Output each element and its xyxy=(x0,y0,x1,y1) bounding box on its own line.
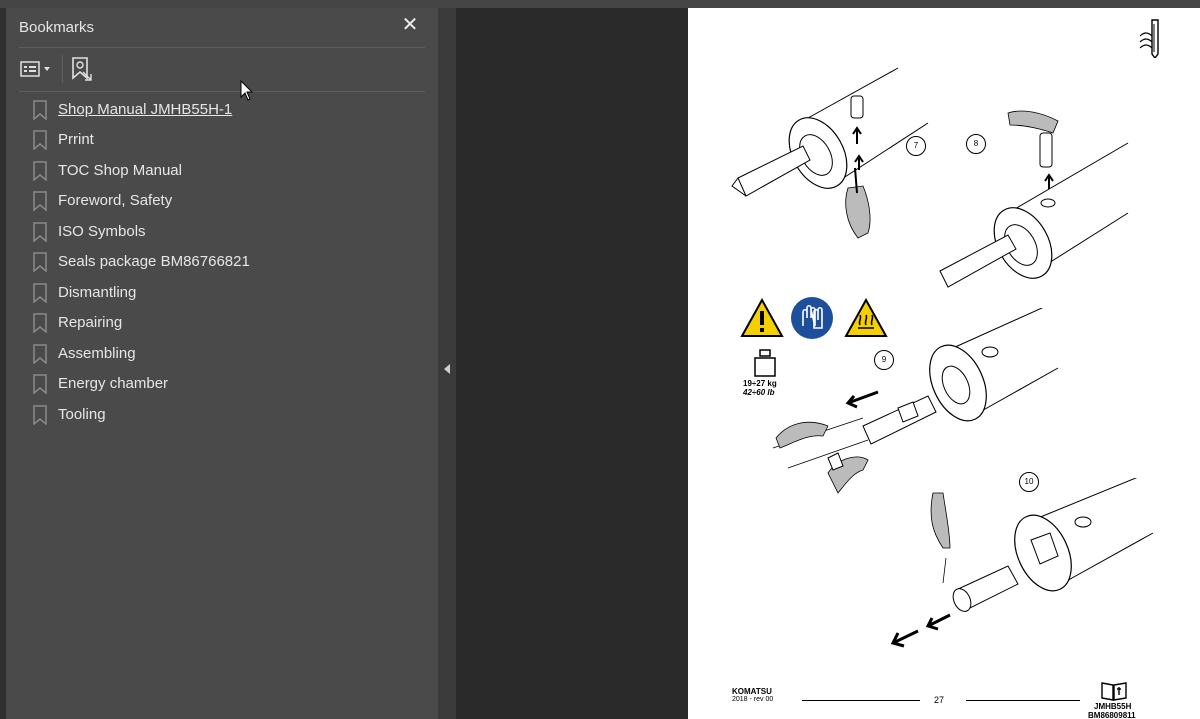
mouse-cursor-icon xyxy=(240,80,254,101)
bookmark-label: Tooling xyxy=(58,406,106,423)
list-options-icon xyxy=(20,61,50,77)
bookmark-icon xyxy=(33,191,47,211)
collapse-panel-button[interactable] xyxy=(441,361,453,377)
bookmark-label: Dismantling xyxy=(58,284,137,301)
bookmarks-panel-title: Bookmarks xyxy=(19,19,95,36)
bookmark-item[interactable]: Energy chamber xyxy=(32,370,422,398)
bookmark-icon xyxy=(33,100,47,120)
illustration-step-10 xyxy=(890,478,1154,648)
bookmark-icon xyxy=(33,130,47,150)
window-top-bar xyxy=(0,0,1200,8)
page-number: 27 xyxy=(934,695,945,705)
add-bookmark-icon xyxy=(72,57,92,81)
bookmark-label: ISO Symbols xyxy=(58,223,146,240)
bookmark-item[interactable]: Foreword, Safety xyxy=(32,187,422,215)
bookmark-item[interactable]: Tooling xyxy=(32,401,422,429)
bookmark-icon xyxy=(33,344,47,364)
bookmark-icon xyxy=(33,313,47,333)
divider xyxy=(19,91,425,92)
bookmark-icon xyxy=(33,161,47,181)
bookmark-item[interactable]: Shop Manual JMHB55H-1 xyxy=(32,96,422,124)
collapse-left-icon xyxy=(444,364,450,374)
bookmark-item[interactable]: TOC Shop Manual xyxy=(32,157,422,185)
footer-revision: 2018 - rev 00 xyxy=(732,696,774,703)
bookmark-item[interactable]: Prrint xyxy=(32,126,422,154)
illustration-step-7 xyxy=(731,67,929,239)
bookmark-label: Repairing xyxy=(58,314,123,331)
bookmark-label: Seals package BM86766821 xyxy=(58,253,250,270)
bookmark-icon xyxy=(33,374,47,394)
close-icon[interactable]: ✕ xyxy=(399,14,421,36)
bookmark-label: Energy chamber xyxy=(58,375,169,392)
footer-rule xyxy=(802,700,920,701)
bookmark-label: TOC Shop Manual xyxy=(58,162,182,179)
manual-book-icon xyxy=(1101,682,1127,701)
bookmarks-toolbar xyxy=(19,55,429,83)
bookmark-icon xyxy=(33,252,47,272)
list-options-button[interactable] xyxy=(19,57,55,81)
bookmark-icon xyxy=(33,405,47,425)
manual-hammer-icon xyxy=(1139,19,1159,58)
bookmark-item[interactable]: Repairing xyxy=(32,309,422,337)
step-number: 9 xyxy=(874,350,894,370)
footer-brand: KOMATSU xyxy=(732,687,772,696)
add-bookmark-button[interactable] xyxy=(69,56,95,82)
divider xyxy=(19,47,425,48)
step-number: 10 xyxy=(1019,472,1039,492)
footer-rule xyxy=(966,700,1080,701)
step-number: 8 xyxy=(966,134,986,154)
bookmark-label: Foreword, Safety xyxy=(58,192,173,209)
bookmark-item[interactable]: Assembling xyxy=(32,340,422,368)
bookmark-item[interactable]: Seals package BM86766821 xyxy=(32,248,422,276)
bookmark-item[interactable]: Dismantling xyxy=(32,279,422,307)
bookmark-label: Shop Manual JMHB55H-1 xyxy=(58,101,233,118)
footer-model: JMHB55H xyxy=(1094,702,1132,711)
document-page: 7 8 19÷27 kg 42÷60 lb 9 10 KOMATSU 2018 … xyxy=(688,8,1200,719)
step-number: 7 xyxy=(906,136,926,156)
bookmark-item[interactable]: ISO Symbols xyxy=(32,218,422,246)
illustration-step-8 xyxy=(939,110,1129,288)
bookmark-label: Assembling xyxy=(58,345,136,362)
bookmark-icon xyxy=(33,283,47,303)
bookmarks-panel: Bookmarks ✕ Shop Manual JMHB55H-1 Prrint… xyxy=(6,8,438,719)
footer-code: BM86809811 xyxy=(1088,711,1136,719)
bookmark-icon xyxy=(33,222,47,242)
bookmark-label: Prrint xyxy=(58,131,94,148)
toolbar-divider xyxy=(62,55,63,83)
